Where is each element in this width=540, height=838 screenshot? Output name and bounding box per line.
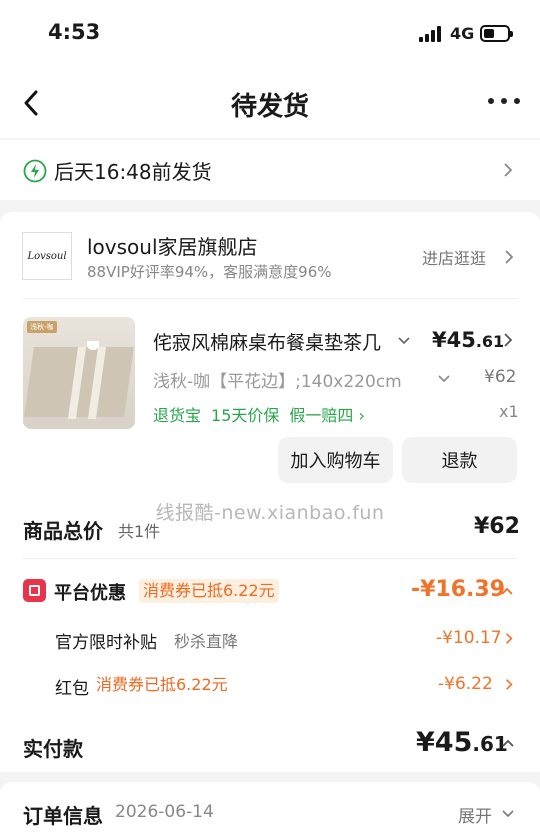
total-label: 商品总价 — [23, 519, 103, 543]
paid-amount: ¥45.61 — [416, 727, 508, 758]
chevron-right-icon — [506, 679, 513, 690]
chevron-right-icon — [506, 633, 513, 644]
product-thumbnail[interactable]: 浅秋-咖 — [23, 317, 135, 429]
order-info-label: 订单信息 — [23, 804, 103, 828]
shop-stats: 88VIP好评率94%，客服满意度96% — [87, 263, 332, 281]
network-label: 4G — [450, 24, 475, 43]
item-count: 共1件 — [118, 522, 161, 541]
subsidy-note: 秒杀直降 — [174, 632, 239, 651]
product-title[interactable]: 侘寂风棉麻桌布餐桌垫茶几 — [153, 328, 385, 355]
expand-button[interactable]: 展开 — [458, 802, 492, 827]
more-icon[interactable] — [488, 98, 522, 108]
price-integer: ¥45 — [432, 328, 476, 352]
order-date: 2026-06-14 — [115, 802, 214, 822]
chevron-up-icon[interactable] — [501, 587, 513, 595]
shop-name[interactable]: lovsoul家居旗舰店 — [87, 231, 258, 260]
subsidy-label: 官方限时补贴 — [55, 633, 157, 653]
nav-bar: 待发货 — [0, 68, 540, 138]
product-price: ¥45.61 — [432, 328, 504, 352]
shipping-deadline: 后天16:48前发货 — [54, 160, 212, 184]
chevron-right-icon — [504, 163, 513, 177]
add-to-cart-button[interactable]: 加入购物车 — [278, 437, 393, 483]
chevron-right-icon[interactable] — [503, 332, 513, 348]
service-fake-compensation[interactable]: 假一赔四 › — [289, 406, 365, 425]
coupon-pill: 消费券已抵6.22元 — [139, 579, 279, 603]
platform-discount-label: 平台优惠 — [54, 583, 126, 604]
divider — [23, 558, 517, 559]
service-tags[interactable]: 退货宝 15天价保 假一赔四 › — [153, 402, 375, 426]
discount-total[interactable]: -¥16.39 — [411, 577, 505, 602]
original-price: ¥62 — [484, 367, 517, 387]
red-packet-value[interactable]: -¥6.22 — [438, 674, 493, 694]
chevron-right-icon — [505, 250, 514, 264]
red-packet-label: 红包 — [55, 679, 89, 699]
refund-button[interactable]: 退款 — [402, 437, 517, 483]
paid-integer: ¥45 — [416, 727, 473, 758]
service-price-protection[interactable]: 15天价保 — [211, 406, 279, 425]
product-variant[interactable]: 浅秋-咖【平花边】;140x220cm — [153, 367, 418, 392]
price-decimal: .61 — [475, 332, 505, 351]
lightning-icon — [23, 159, 47, 183]
chevron-up-icon[interactable] — [502, 739, 514, 747]
divider — [23, 298, 517, 299]
total-value: ¥62 — [474, 514, 520, 539]
paid-label: 实付款 — [23, 737, 83, 761]
visit-shop-link[interactable]: 进店逛逛 — [422, 245, 486, 269]
chevron-down-icon[interactable] — [398, 337, 410, 345]
thumbnail-tag: 浅秋-咖 — [27, 321, 57, 333]
chevron-down-icon[interactable] — [438, 375, 450, 383]
platform-discount-icon — [23, 579, 46, 602]
service-return-insurance[interactable]: 退货宝 — [153, 406, 201, 425]
quantity: x1 — [499, 402, 519, 421]
red-packet-pill: 消费券已抵6.22元 — [96, 675, 228, 694]
status-time: 4:53 — [48, 20, 101, 44]
page-title: 待发货 — [230, 92, 309, 122]
shop-logo[interactable]: Lovsoul — [22, 232, 72, 280]
signal-icon — [419, 26, 443, 42]
battery-icon — [480, 25, 513, 42]
subsidy-value[interactable]: -¥10.17 — [436, 628, 502, 648]
chevron-down-icon[interactable] — [502, 810, 514, 818]
